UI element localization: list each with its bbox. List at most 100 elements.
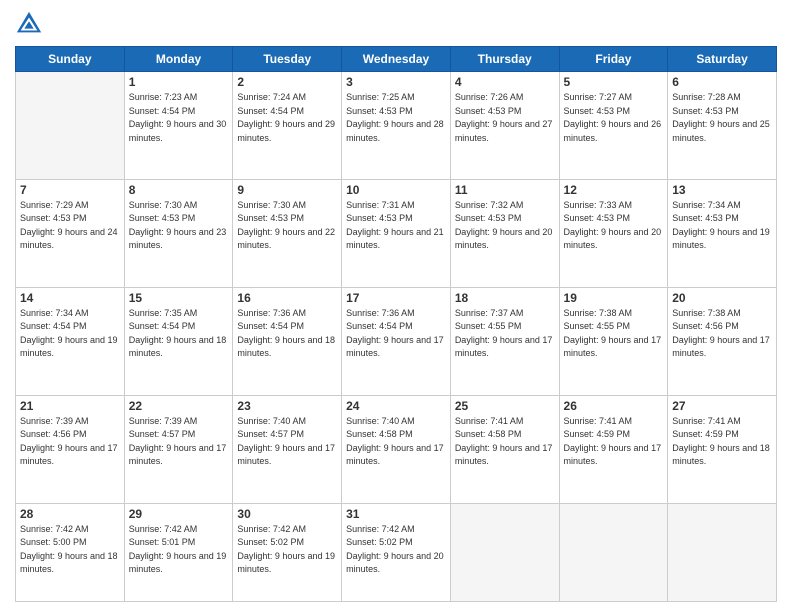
calendar-cell — [668, 503, 777, 601]
weekday-header-saturday: Saturday — [668, 47, 777, 72]
day-info: Sunrise: 7:41 AMSunset: 4:59 PMDaylight:… — [564, 415, 664, 469]
day-number: 29 — [129, 507, 229, 521]
day-number: 12 — [564, 183, 664, 197]
calendar-cell — [559, 503, 668, 601]
day-info: Sunrise: 7:42 AMSunset: 5:01 PMDaylight:… — [129, 523, 229, 577]
day-number: 17 — [346, 291, 446, 305]
day-number: 21 — [20, 399, 120, 413]
day-number: 16 — [237, 291, 337, 305]
calendar-cell: 6 Sunrise: 7:28 AMSunset: 4:53 PMDaylight… — [668, 72, 777, 180]
header — [15, 10, 777, 38]
day-info: Sunrise: 7:34 AMSunset: 4:53 PMDaylight:… — [672, 199, 772, 253]
day-number: 22 — [129, 399, 229, 413]
day-info: Sunrise: 7:42 AMSunset: 5:02 PMDaylight:… — [346, 523, 446, 577]
calendar-cell: 9 Sunrise: 7:30 AMSunset: 4:53 PMDaylight… — [233, 179, 342, 287]
calendar-cell: 23Sunrise: 7:40 AMSunset: 4:57 PMDayligh… — [233, 395, 342, 503]
weekday-header-thursday: Thursday — [450, 47, 559, 72]
day-info: Sunrise: 7:24 AMSunset: 4:54 PMDaylight:… — [237, 91, 337, 145]
day-info: Sunrise: 7:39 AMSunset: 4:56 PMDaylight:… — [20, 415, 120, 469]
day-number: 23 — [237, 399, 337, 413]
page: SundayMondayTuesdayWednesdayThursdayFrid… — [0, 0, 792, 612]
calendar-cell: 13 Sunrise: 7:34 AMSunset: 4:53 PMDayligh… — [668, 179, 777, 287]
day-info: Sunrise: 7:42 AMSunset: 5:00 PMDaylight:… — [20, 523, 120, 577]
weekday-header-friday: Friday — [559, 47, 668, 72]
day-info: Sunrise: 7:37 AMSunset: 4:55 PMDaylight:… — [455, 307, 555, 361]
day-info: Sunrise: 7:38 AMSunset: 4:55 PMDaylight:… — [564, 307, 664, 361]
day-number: 2 — [237, 75, 337, 89]
calendar-cell: 15Sunrise: 7:35 AMSunset: 4:54 PMDayligh… — [124, 287, 233, 395]
day-info: Sunrise: 7:34 AMSunset: 4:54 PMDaylight:… — [20, 307, 120, 361]
weekday-header-row: SundayMondayTuesdayWednesdayThursdayFrid… — [16, 47, 777, 72]
day-number: 15 — [129, 291, 229, 305]
calendar-cell: 20 Sunrise: 7:38 AMSunset: 4:56 PMDayligh… — [668, 287, 777, 395]
day-number: 6 — [672, 75, 772, 89]
day-info: Sunrise: 7:41 AMSunset: 4:58 PMDaylight:… — [455, 415, 555, 469]
day-info: Sunrise: 7:23 AMSunset: 4:54 PMDaylight:… — [129, 91, 229, 145]
week-row-3: 21 Sunrise: 7:39 AMSunset: 4:56 PMDayligh… — [16, 395, 777, 503]
week-row-0: 1 Sunrise: 7:23 AMSunset: 4:54 PMDaylight… — [16, 72, 777, 180]
calendar-cell: 1 Sunrise: 7:23 AMSunset: 4:54 PMDaylight… — [124, 72, 233, 180]
day-number: 25 — [455, 399, 555, 413]
calendar-cell: 3 Sunrise: 7:25 AMSunset: 4:53 PMDaylight… — [342, 72, 451, 180]
week-row-4: 28 Sunrise: 7:42 AMSunset: 5:00 PMDayligh… — [16, 503, 777, 601]
day-info: Sunrise: 7:40 AMSunset: 4:58 PMDaylight:… — [346, 415, 446, 469]
day-info: Sunrise: 7:30 AMSunset: 4:53 PMDaylight:… — [237, 199, 337, 253]
day-number: 13 — [672, 183, 772, 197]
calendar-cell: 24 Sunrise: 7:40 AMSunset: 4:58 PMDayligh… — [342, 395, 451, 503]
calendar-cell: 14 Sunrise: 7:34 AMSunset: 4:54 PMDayligh… — [16, 287, 125, 395]
day-number: 27 — [672, 399, 772, 413]
day-number: 10 — [346, 183, 446, 197]
day-number: 18 — [455, 291, 555, 305]
day-info: Sunrise: 7:28 AMSunset: 4:53 PMDaylight:… — [672, 91, 772, 145]
calendar-cell: 10 Sunrise: 7:31 AMSunset: 4:53 PMDayligh… — [342, 179, 451, 287]
calendar-cell: 26Sunrise: 7:41 AMSunset: 4:59 PMDayligh… — [559, 395, 668, 503]
weekday-header-wednesday: Wednesday — [342, 47, 451, 72]
calendar-cell: 25 Sunrise: 7:41 AMSunset: 4:58 PMDayligh… — [450, 395, 559, 503]
day-number: 1 — [129, 75, 229, 89]
calendar-cell: 21 Sunrise: 7:39 AMSunset: 4:56 PMDayligh… — [16, 395, 125, 503]
day-number: 28 — [20, 507, 120, 521]
day-number: 5 — [564, 75, 664, 89]
calendar-table: SundayMondayTuesdayWednesdayThursdayFrid… — [15, 46, 777, 602]
day-number: 11 — [455, 183, 555, 197]
calendar-cell: 27 Sunrise: 7:41 AMSunset: 4:59 PMDayligh… — [668, 395, 777, 503]
calendar-cell: 31 Sunrise: 7:42 AMSunset: 5:02 PMDayligh… — [342, 503, 451, 601]
calendar-cell: 30 Sunrise: 7:42 AMSunset: 5:02 PMDayligh… — [233, 503, 342, 601]
day-info: Sunrise: 7:41 AMSunset: 4:59 PMDaylight:… — [672, 415, 772, 469]
day-info: Sunrise: 7:26 AMSunset: 4:53 PMDaylight:… — [455, 91, 555, 145]
calendar-cell: 2 Sunrise: 7:24 AMSunset: 4:54 PMDaylight… — [233, 72, 342, 180]
calendar-cell: 29 Sunrise: 7:42 AMSunset: 5:01 PMDayligh… — [124, 503, 233, 601]
logo-icon — [15, 10, 43, 38]
day-info: Sunrise: 7:25 AMSunset: 4:53 PMDaylight:… — [346, 91, 446, 145]
day-info: Sunrise: 7:27 AMSunset: 4:53 PMDaylight:… — [564, 91, 664, 145]
day-number: 19 — [564, 291, 664, 305]
day-info: Sunrise: 7:38 AMSunset: 4:56 PMDaylight:… — [672, 307, 772, 361]
calendar-cell: 17Sunrise: 7:36 AMSunset: 4:54 PMDayligh… — [342, 287, 451, 395]
weekday-header-tuesday: Tuesday — [233, 47, 342, 72]
day-info: Sunrise: 7:36 AMSunset: 4:54 PMDaylight:… — [237, 307, 337, 361]
day-number: 8 — [129, 183, 229, 197]
day-number: 9 — [237, 183, 337, 197]
day-number: 14 — [20, 291, 120, 305]
day-number: 30 — [237, 507, 337, 521]
calendar-cell: 19 Sunrise: 7:38 AMSunset: 4:55 PMDayligh… — [559, 287, 668, 395]
day-info: Sunrise: 7:42 AMSunset: 5:02 PMDaylight:… — [237, 523, 337, 577]
day-number: 3 — [346, 75, 446, 89]
day-info: Sunrise: 7:31 AMSunset: 4:53 PMDaylight:… — [346, 199, 446, 253]
day-number: 20 — [672, 291, 772, 305]
day-info: Sunrise: 7:33 AMSunset: 4:53 PMDaylight:… — [564, 199, 664, 253]
week-row-1: 7 Sunrise: 7:29 AMSunset: 4:53 PMDaylight… — [16, 179, 777, 287]
day-number: 7 — [20, 183, 120, 197]
weekday-header-monday: Monday — [124, 47, 233, 72]
day-info: Sunrise: 7:29 AMSunset: 4:53 PMDaylight:… — [20, 199, 120, 253]
day-info: Sunrise: 7:39 AMSunset: 4:57 PMDaylight:… — [129, 415, 229, 469]
day-number: 24 — [346, 399, 446, 413]
calendar-cell: 12 Sunrise: 7:33 AMSunset: 4:53 PMDayligh… — [559, 179, 668, 287]
calendar-cell: 18 Sunrise: 7:37 AMSunset: 4:55 PMDayligh… — [450, 287, 559, 395]
calendar-cell: 5 Sunrise: 7:27 AMSunset: 4:53 PMDaylight… — [559, 72, 668, 180]
calendar-cell: 8Sunrise: 7:30 AMSunset: 4:53 PMDaylight… — [124, 179, 233, 287]
calendar-cell — [16, 72, 125, 180]
calendar-cell — [450, 503, 559, 601]
calendar-cell: 11Sunrise: 7:32 AMSunset: 4:53 PMDayligh… — [450, 179, 559, 287]
day-number: 31 — [346, 507, 446, 521]
